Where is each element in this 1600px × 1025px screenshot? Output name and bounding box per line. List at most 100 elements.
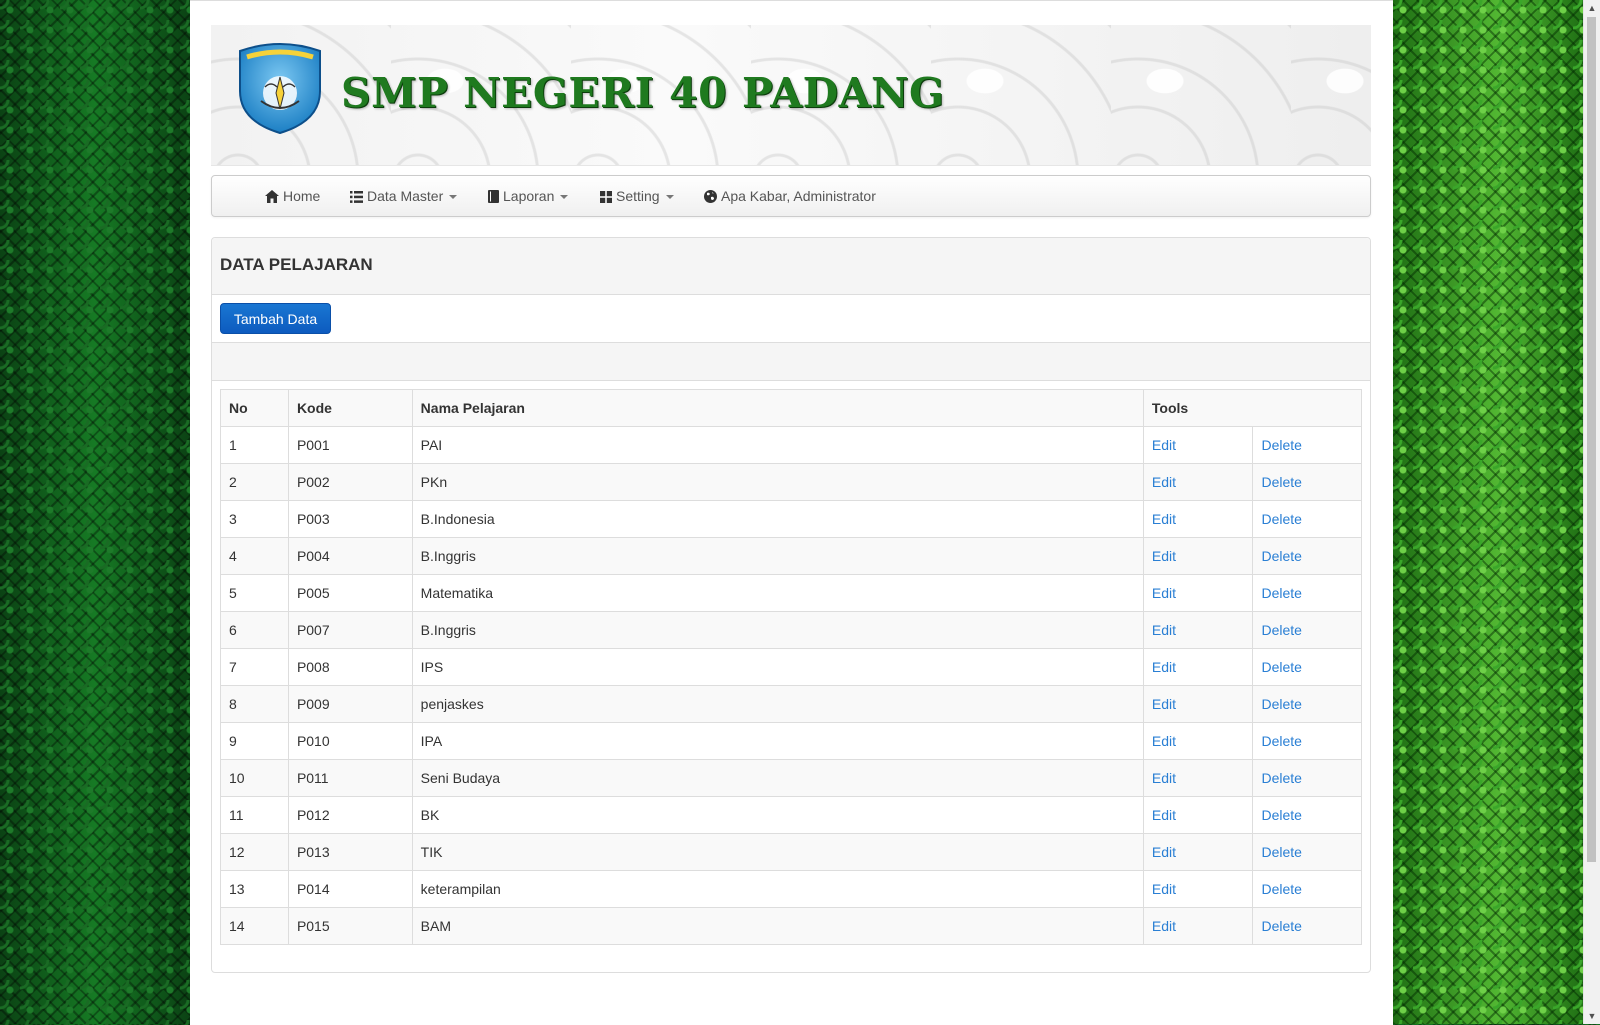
table-header-row: No Kode Nama Pelajaran Tools <box>220 389 1363 427</box>
cell-no: 10 <box>220 759 289 797</box>
delete-link[interactable]: Delete <box>1261 881 1301 897</box>
edit-link[interactable]: Edit <box>1152 770 1176 786</box>
nav-setting[interactable]: Setting <box>600 176 674 216</box>
edit-link[interactable]: Edit <box>1152 622 1176 638</box>
nav-user-greeting[interactable]: Apa Kabar, Administrator <box>704 176 876 216</box>
table-body: 1 P001 PAI Edit Delete 2 P002 PKn Edit Delete 3 P00… <box>220 426 1362 945</box>
table-row: 7 P008 IPS Edit Delete <box>220 648 1362 686</box>
edit-cell: Edit <box>1142 574 1254 612</box>
school-name-title: SMP NEGERI 40 PADANG <box>341 69 945 117</box>
delete-cell: Delete <box>1252 463 1362 501</box>
nav-laporan[interactable]: Laporan <box>488 176 569 216</box>
scrollbar-thumb[interactable] <box>1587 17 1596 862</box>
delete-cell: Delete <box>1252 870 1362 908</box>
cell-kode: P001 <box>287 426 413 464</box>
delete-link[interactable]: Delete <box>1261 733 1301 749</box>
data-pelajaran-panel: DATA PELAJARAN Tambah Data No Kode Nama … <box>211 237 1371 973</box>
cell-no: 8 <box>220 685 289 723</box>
column-header-nama-pelajaran: Nama Pelajaran <box>411 389 1144 427</box>
edit-cell: Edit <box>1142 833 1254 871</box>
page-container: SMP NEGERI 40 PADANG Home Data Master La… <box>190 0 1393 1025</box>
nav-laporan-label: Laporan <box>503 188 555 204</box>
delete-link[interactable]: Delete <box>1261 918 1301 934</box>
delete-link[interactable]: Delete <box>1261 437 1301 453</box>
delete-cell: Delete <box>1252 426 1362 464</box>
column-header-kode: Kode <box>287 389 413 427</box>
column-header-tools: Tools <box>1142 389 1363 427</box>
table-row: 4 P004 B.Inggris Edit Delete <box>220 537 1362 575</box>
delete-link[interactable]: Delete <box>1261 659 1301 675</box>
home-icon <box>265 190 279 203</box>
edit-link[interactable]: Edit <box>1152 844 1176 860</box>
edit-link[interactable]: Edit <box>1152 659 1176 675</box>
edit-cell: Edit <box>1142 722 1254 760</box>
main-navbar: Home Data Master Laporan Setting Apa Kab… <box>211 175 1371 217</box>
delete-cell: Delete <box>1252 907 1362 945</box>
edit-cell: Edit <box>1142 796 1254 834</box>
cell-kode: P010 <box>287 722 413 760</box>
nav-data-master-label: Data Master <box>367 188 444 204</box>
cell-no: 3 <box>220 500 289 538</box>
delete-link[interactable]: Delete <box>1261 548 1301 564</box>
table-row: 5 P005 Matematika Edit Delete <box>220 574 1362 612</box>
delete-link[interactable]: Delete <box>1261 770 1301 786</box>
delete-link[interactable]: Delete <box>1261 807 1301 823</box>
cell-kode: P008 <box>287 648 413 686</box>
panel-heading <box>212 238 1370 295</box>
page-title: DATA PELAJARAN <box>220 255 373 274</box>
nav-home[interactable]: Home <box>265 176 320 216</box>
cell-nama-pelajaran: IPS <box>411 648 1144 686</box>
cell-nama-pelajaran: B.Inggris <box>411 537 1144 575</box>
cell-no: 5 <box>220 574 289 612</box>
nav-data-master[interactable]: Data Master <box>350 176 458 216</box>
cell-no: 11 <box>220 796 289 834</box>
edit-cell: Edit <box>1142 870 1254 908</box>
cell-nama-pelajaran: Matematika <box>411 574 1144 612</box>
nav-user-greeting-label: Apa Kabar, Administrator <box>721 188 876 204</box>
edit-cell: Edit <box>1142 648 1254 686</box>
globe-icon <box>704 190 717 203</box>
table-row: 13 P014 keterampilan Edit Delete <box>220 870 1362 908</box>
delete-link[interactable]: Delete <box>1261 622 1301 638</box>
delete-cell: Delete <box>1252 500 1362 538</box>
delete-link[interactable]: Delete <box>1261 696 1301 712</box>
delete-link[interactable]: Delete <box>1261 585 1301 601</box>
cell-nama-pelajaran: TIK <box>411 833 1144 871</box>
panel-toolbar-row <box>212 342 1370 381</box>
cell-kode: P004 <box>287 537 413 575</box>
delete-cell: Delete <box>1252 537 1362 575</box>
delete-link[interactable]: Delete <box>1261 844 1301 860</box>
cell-kode: P007 <box>287 611 413 649</box>
delete-link[interactable]: Delete <box>1261 511 1301 527</box>
grid-icon <box>600 191 612 203</box>
edit-link[interactable]: Edit <box>1152 696 1176 712</box>
edit-link[interactable]: Edit <box>1152 918 1176 934</box>
chevron-down-icon <box>665 195 674 199</box>
cell-nama-pelajaran: B.Inggris <box>411 611 1144 649</box>
edit-link[interactable]: Edit <box>1152 474 1176 490</box>
vertical-scrollbar[interactable]: ▲ ▼ <box>1583 0 1600 1024</box>
table-row: 6 P007 B.Inggris Edit Delete <box>220 611 1362 649</box>
delete-link[interactable]: Delete <box>1261 474 1301 490</box>
edit-link[interactable]: Edit <box>1152 437 1176 453</box>
tambah-data-button[interactable]: Tambah Data <box>220 303 331 334</box>
edit-link[interactable]: Edit <box>1152 881 1176 897</box>
scroll-up-arrow-icon[interactable]: ▲ <box>1584 0 1600 16</box>
edit-link[interactable]: Edit <box>1152 807 1176 823</box>
scroll-down-arrow-icon[interactable]: ▼ <box>1584 1008 1600 1024</box>
edit-link[interactable]: Edit <box>1152 511 1176 527</box>
table-row: 1 P001 PAI Edit Delete <box>220 426 1362 464</box>
cell-no: 9 <box>220 722 289 760</box>
edit-link[interactable]: Edit <box>1152 548 1176 564</box>
table-row: 3 P003 B.Indonesia Edit Delete <box>220 500 1362 538</box>
cell-kode: P011 <box>287 759 413 797</box>
cell-nama-pelajaran: PKn <box>411 463 1144 501</box>
table-row: 14 P015 BAM Edit Delete <box>220 907 1362 945</box>
cell-kode: P003 <box>287 500 413 538</box>
edit-link[interactable]: Edit <box>1152 733 1176 749</box>
cell-kode: P009 <box>287 685 413 723</box>
cell-nama-pelajaran: Seni Budaya <box>411 759 1144 797</box>
edit-cell: Edit <box>1142 537 1254 575</box>
cell-nama-pelajaran: BK <box>411 796 1144 834</box>
edit-link[interactable]: Edit <box>1152 585 1176 601</box>
